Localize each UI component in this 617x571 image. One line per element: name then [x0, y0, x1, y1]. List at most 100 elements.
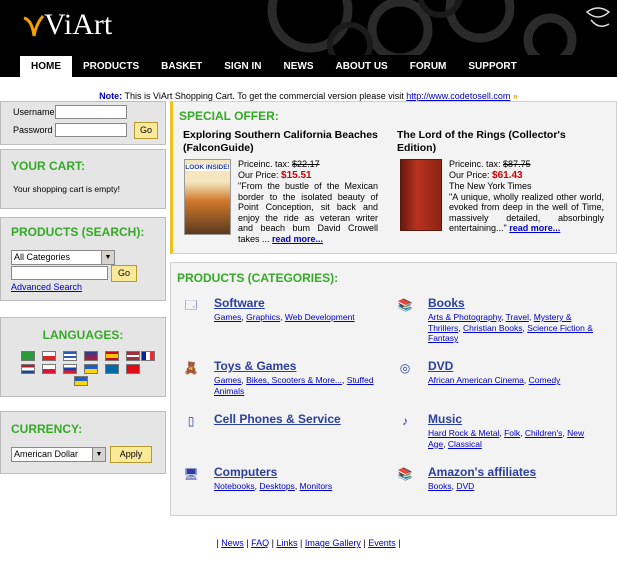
category-link[interactable]: Toys & Games — [214, 359, 296, 373]
subcategory-link[interactable]: Christian Books — [463, 323, 523, 333]
special-offer-box: SPECIAL OFFER: Exploring Southern Califo… — [170, 101, 617, 254]
our-price: $61.43 — [492, 169, 523, 181]
flag-ru-icon[interactable] — [63, 364, 77, 374]
nav-about-us[interactable]: ABOUT US — [324, 56, 398, 77]
footer-link-faq[interactable]: FAQ — [251, 538, 269, 548]
nav-home[interactable]: HOME — [20, 56, 72, 77]
subcategory-list: African American Cinema, Comedy — [428, 375, 561, 385]
cart-title: YOUR CART: — [11, 159, 85, 173]
flag-pl-icon[interactable] — [42, 364, 56, 374]
our-price-label: Our Price: — [238, 169, 279, 180]
cart-empty-message: Your shopping cart is empty! — [13, 184, 120, 194]
currency-apply-button[interactable]: Apply — [110, 446, 152, 463]
codetosell-link[interactable]: http://www.codetosell.com — [406, 91, 510, 101]
subcategory-link[interactable]: Classical — [448, 439, 482, 449]
flag-se-icon[interactable] — [105, 364, 119, 374]
flag-gr-icon[interactable] — [63, 351, 77, 361]
category-link[interactable]: Software — [214, 296, 265, 310]
flag-fr-icon[interactable] — [141, 351, 155, 361]
currency-title: CURRENCY: — [11, 422, 83, 436]
username-label: Username — [13, 107, 55, 117]
subcategory-list: Books, DVD — [428, 481, 475, 491]
subcategory-list: Notebooks, Desktops, Monitors — [214, 481, 333, 491]
beaches-book-cover[interactable]: LOOK INSIDE! — [184, 159, 231, 235]
subcategory-list: Games, Bikes, Scooters & More..., Stuffe… — [214, 375, 374, 396]
flag-es-icon[interactable] — [105, 351, 119, 361]
password-input[interactable] — [55, 123, 127, 137]
search-go-button[interactable]: Go — [111, 265, 137, 282]
flag-br-icon[interactable] — [21, 351, 35, 361]
note-label: Note: — [99, 91, 123, 101]
flag-ua2-icon[interactable] — [74, 376, 88, 386]
flag-ua-icon[interactable] — [84, 364, 98, 374]
username-input[interactable] — [55, 105, 127, 119]
category-select[interactable]: All Categories ▼ — [11, 250, 115, 265]
search-input[interactable] — [11, 266, 108, 280]
flag-lv-icon[interactable] — [126, 351, 140, 361]
subcategory-link[interactable]: DVD — [456, 481, 474, 491]
nav-news[interactable]: NEWS — [272, 56, 324, 77]
subcategory-link[interactable]: Web Development — [285, 312, 355, 322]
nav-support[interactable]: SUPPORT — [457, 56, 527, 77]
header-swirl-decoration — [267, 0, 577, 55]
currency-select[interactable]: American Dollar ▼ — [11, 447, 106, 462]
viart-logo-icon — [23, 15, 44, 37]
special-product-title[interactable]: Exploring Southern California Beaches (F… — [183, 129, 388, 155]
nav-products[interactable]: PRODUCTS — [72, 56, 150, 77]
category-link[interactable]: Books — [428, 296, 465, 310]
subcategory-link[interactable]: Children's — [525, 428, 563, 438]
our-price: $15.51 — [281, 169, 312, 181]
subcategory-link[interactable]: Desktops — [259, 481, 294, 491]
computer-icon: 🖥 — [183, 467, 199, 481]
languages-title: LANGUAGES: — [42, 328, 124, 342]
flag-tr-icon[interactable] — [126, 364, 140, 374]
flag-nl-icon[interactable] — [21, 364, 35, 374]
special-product-details: Priceinc. tax: $87.75 Our Price: $61.43 … — [449, 159, 604, 234]
nav-forum[interactable]: FORUM — [399, 56, 458, 77]
main-nav: HOME PRODUCTS BASKET SIGN IN NEWS ABOUT US FOR… — [20, 56, 528, 77]
subcategory-link[interactable]: Books — [428, 481, 452, 491]
flag-cz-icon[interactable] — [42, 351, 56, 361]
currency-box: CURRENCY: American Dollar ▼ Apply — [0, 411, 166, 474]
category-link[interactable]: Computers — [214, 465, 277, 479]
subcategory-link[interactable]: Hard Rock & Metal — [428, 428, 499, 438]
flag-gb-icon[interactable] — [84, 351, 98, 361]
password-label: Password — [13, 125, 53, 135]
category-link[interactable]: Cell Phones & Service — [214, 412, 341, 426]
subcategory-link[interactable]: Graphics — [246, 312, 280, 322]
read-more-link[interactable]: read more... — [272, 234, 323, 244]
subcategory-list: Arts & Photography, Travel, Mystery & Th… — [428, 312, 593, 343]
subcategory-link[interactable]: Arts & Photography — [428, 312, 501, 322]
cover-badge: LOOK INSIDE! — [185, 164, 230, 171]
subcategory-link[interactable]: Games — [214, 312, 241, 322]
nav-sign-in[interactable]: SIGN IN — [213, 56, 272, 77]
special-product-title[interactable]: The Lord of the Rings (Collector's Editi… — [397, 129, 607, 155]
lotr-book-cover[interactable] — [400, 159, 442, 231]
music-icon: ♪ — [402, 414, 408, 428]
category-link[interactable]: Amazon's affiliates — [428, 465, 536, 479]
nav-basket[interactable]: BASKET — [150, 56, 213, 77]
software-icon: 🗔 — [184, 298, 198, 312]
books-icon: 📚 — [397, 298, 413, 312]
read-more-link[interactable]: read more... — [509, 223, 560, 233]
subcategory-link[interactable]: Games — [214, 375, 241, 385]
footer-link-image-gallery[interactable]: Image Gallery — [305, 538, 361, 548]
subcategory-link[interactable]: Folk — [504, 428, 520, 438]
subcategory-link[interactable]: Bikes, Scooters & More... — [246, 375, 342, 385]
special-product-details: Priceinc. tax: $22.17 Our Price: $15.51 … — [238, 159, 378, 244]
subcategory-link[interactable]: Comedy — [529, 375, 561, 385]
languages-box: LANGUAGES: — [0, 317, 166, 397]
subcategory-link[interactable]: Travel — [506, 312, 529, 322]
footer-link-events[interactable]: Events — [368, 538, 396, 548]
categories-title: PRODUCTS (CATEGORIES): — [177, 271, 339, 285]
subcategory-link[interactable]: Notebooks — [214, 481, 255, 491]
site-logo[interactable]: ViArt — [44, 8, 112, 42]
footer-link-links[interactable]: Links — [276, 538, 297, 548]
login-go-button[interactable]: Go — [134, 122, 158, 139]
footer-link-news[interactable]: News — [221, 538, 244, 548]
subcategory-link[interactable]: Monitors — [300, 481, 333, 491]
category-link[interactable]: Music — [428, 412, 462, 426]
subcategory-link[interactable]: African American Cinema — [428, 375, 524, 385]
category-link[interactable]: DVD — [428, 359, 453, 373]
advanced-search-link[interactable]: Advanced Search — [11, 282, 82, 292]
